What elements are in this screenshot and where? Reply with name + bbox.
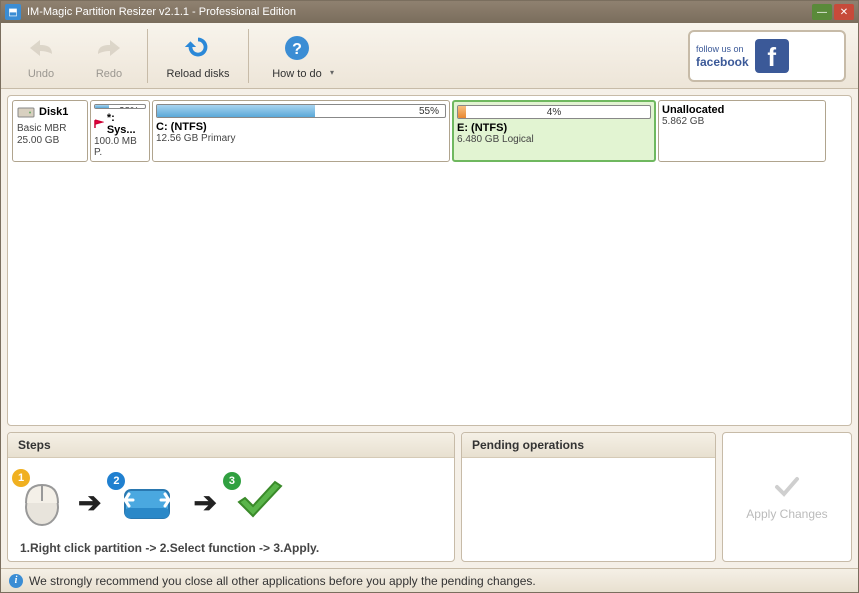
info-icon: i [9, 574, 23, 588]
step-2-icon: 2 [115, 476, 179, 529]
partition-size: 5.862 GB [662, 116, 822, 127]
steps-panel: Steps 1 ➔ 2 ➔ 3 [7, 432, 455, 562]
pending-title: Pending operations [462, 433, 715, 458]
partition-label: *: Sys... [94, 112, 146, 136]
step-1-icon: 1 [20, 473, 64, 532]
facebook-icon: f [755, 39, 789, 73]
undo-icon [25, 32, 57, 64]
steps-title: Steps [8, 433, 454, 458]
minimize-button[interactable]: — [812, 4, 832, 20]
partition-label: Unallocated [662, 104, 822, 116]
redo-button[interactable]: Redo [75, 26, 143, 86]
disk-area: Disk1 Basic MBR25.00 GB 28% *: Sys...100.… [7, 95, 852, 426]
how-to-do-button[interactable]: ? How to do ▾ [253, 26, 341, 86]
disk-row: Disk1 Basic MBR25.00 GB 28% *: Sys...100.… [12, 100, 847, 162]
apply-panel: Apply Changes [722, 432, 852, 562]
statusbar: i We strongly recommend you close all ot… [1, 568, 858, 592]
pending-operations-panel: Pending operations [461, 432, 716, 562]
help-icon: ? [281, 32, 313, 64]
undo-button[interactable]: Undo [7, 26, 75, 86]
app-icon: ⬒ [5, 4, 21, 20]
checkmark-icon [773, 473, 801, 501]
step-3-icon: 3 [231, 476, 289, 529]
flag-icon [94, 119, 104, 129]
bottom-panels: Steps 1 ➔ 2 ➔ 3 [7, 432, 852, 562]
status-text: We strongly recommend you close all othe… [29, 574, 536, 588]
toolbar: Undo Redo Reload disks ? How to do ▾ f [1, 23, 858, 89]
app-window: ⬒ IM-Magic Partition Resizer v2.1.1 - Pr… [0, 0, 859, 593]
partition-1[interactable]: 55% C: (NTFS)12.56 GB Primary [152, 100, 450, 162]
apply-changes-button[interactable]: Apply Changes [746, 473, 827, 521]
partition-size: 100.0 MB P. [94, 136, 146, 158]
redo-icon [93, 32, 125, 64]
usage-bar: 4% [457, 105, 651, 119]
steps-text: 1.Right click partition -> 2.Select func… [20, 541, 442, 555]
toolbar-separator [147, 29, 148, 83]
reload-disks-button[interactable]: Reload disks [152, 26, 244, 86]
partition-label: E: (NTFS) [457, 122, 651, 134]
partition-size: 6.480 GB Logical [457, 134, 651, 145]
partition-size: 12.56 GB Primary [156, 133, 446, 144]
usage-bar: 28% [94, 104, 146, 109]
facebook-link[interactable]: follow us on facebook f [688, 30, 846, 82]
reload-icon [182, 32, 214, 64]
usage-bar: 55% [156, 104, 446, 118]
titlebar: ⬒ IM-Magic Partition Resizer v2.1.1 - Pr… [1, 1, 858, 23]
partition-label: C: (NTFS) [156, 121, 446, 133]
dropdown-caret-icon: ▾ [330, 68, 334, 77]
toolbar-separator [248, 29, 249, 83]
close-button[interactable]: ✕ [834, 4, 854, 20]
disk-header[interactable]: Disk1 Basic MBR25.00 GB [12, 100, 88, 162]
svg-text:?: ? [292, 41, 302, 58]
window-title: IM-Magic Partition Resizer v2.1.1 - Prof… [27, 6, 812, 18]
partition-2[interactable]: 4% E: (NTFS)6.480 GB Logical [452, 100, 656, 162]
disk-icon [17, 105, 35, 119]
arrow-icon: ➔ [193, 486, 216, 519]
arrow-icon: ➔ [78, 486, 101, 519]
partition-0[interactable]: 28% *: Sys...100.0 MB P. [90, 100, 150, 162]
partition-3[interactable]: Unallocated5.862 GB [658, 100, 826, 162]
